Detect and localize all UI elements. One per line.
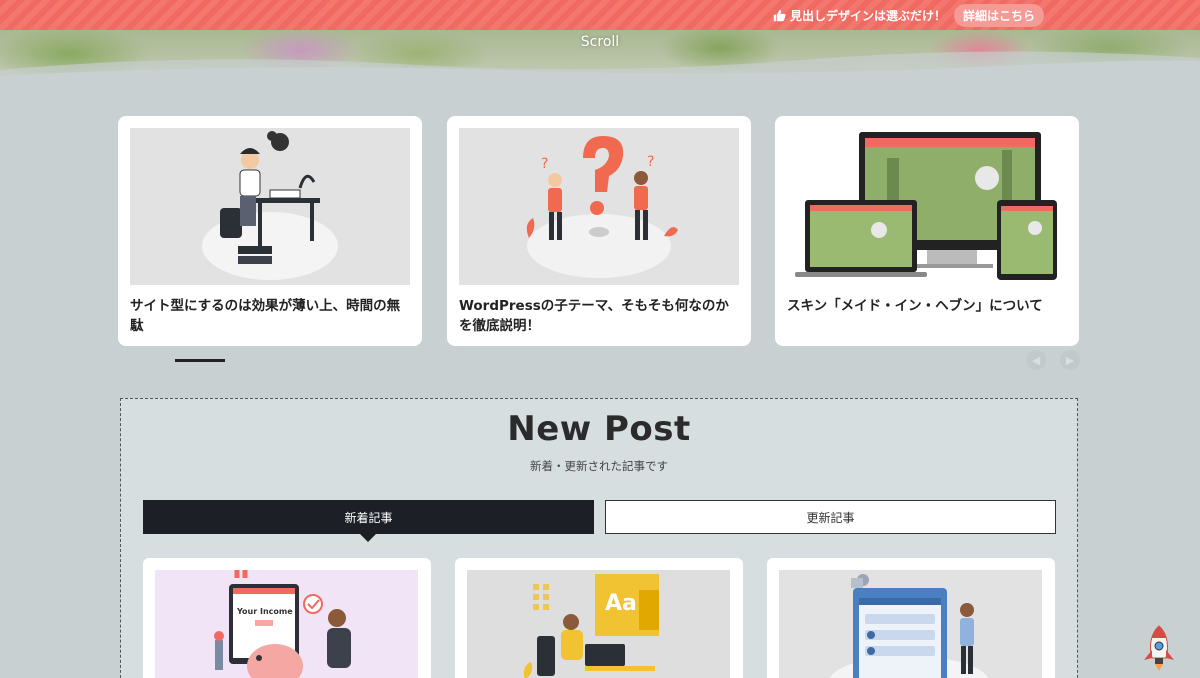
income-piggybank-illustration-icon: Your Income bbox=[214, 570, 351, 678]
carousel-next-icon[interactable]: ▶ bbox=[1060, 350, 1080, 370]
carousel-slide[interactable]: サイト型にするのは効果が薄い上、時間の無駄 bbox=[118, 116, 422, 346]
card-chart-text: Your Income bbox=[236, 607, 293, 616]
rocket-icon bbox=[1144, 625, 1174, 671]
carousel-prev-icon[interactable]: ◀ bbox=[1026, 350, 1046, 370]
thumbs-up-icon bbox=[773, 9, 786, 21]
post-card[interactable]: Your Income bbox=[143, 558, 431, 678]
hero-banner: Scroll bbox=[0, 30, 1200, 80]
responsive-devices-illustration-icon bbox=[795, 132, 1057, 280]
post-thumbnail bbox=[779, 570, 1042, 678]
new-post-section: New Post 新着・更新された記事です 新着記事 更新記事 Your Inc… bbox=[120, 398, 1078, 678]
details-button[interactable]: 詳細はこちら bbox=[953, 3, 1044, 27]
web-interface-illustration-icon bbox=[829, 574, 989, 678]
notice-text: 見出しデザインは選ぶだけ！ bbox=[789, 8, 946, 23]
slide-title[interactable]: スキン「メイド・イン・ヘブン」について bbox=[787, 296, 1067, 316]
slide-title[interactable]: WordPressの子テーマ、そもそも何なのかを徹底説明！ bbox=[459, 296, 739, 337]
top-notice-bar: 見出しデザインは選ぶだけ！ 詳細はこちら bbox=[0, 0, 1200, 30]
card-font-text: Aa bbox=[605, 591, 637, 616]
carousel-slide[interactable]: スキン「メイド・イン・ヘブン」について bbox=[775, 116, 1079, 346]
person-at-desk-illustration-icon bbox=[202, 131, 338, 280]
carousel-slide[interactable]: ? ? WordPressの子テーマ、そもそも何なのかを徹底説明！ bbox=[447, 116, 751, 346]
slide-thumbnail: ? ? bbox=[459, 128, 739, 285]
slide-title[interactable]: サイト型にするのは効果が薄い上、時間の無駄 bbox=[130, 296, 410, 337]
slide-thumbnail bbox=[130, 128, 410, 285]
tab-updated-articles[interactable]: 更新記事 bbox=[605, 500, 1056, 534]
carousel-indicator[interactable] bbox=[175, 359, 225, 362]
wave-divider bbox=[0, 51, 1200, 80]
post-thumbnail: Your Income bbox=[155, 570, 418, 678]
post-thumbnail: Aa bbox=[467, 570, 730, 678]
question-mark-illustration-icon: ? ? bbox=[526, 136, 678, 278]
svg-text:?: ? bbox=[541, 156, 548, 172]
post-card[interactable] bbox=[767, 558, 1055, 678]
back-to-top-button[interactable] bbox=[1140, 624, 1178, 672]
post-card[interactable]: Aa bbox=[455, 558, 743, 678]
notice-message: 見出しデザインは選ぶだけ！ bbox=[773, 7, 946, 24]
font-design-illustration-icon: Aa bbox=[523, 574, 659, 678]
tab-new-articles[interactable]: 新着記事 bbox=[143, 500, 594, 542]
slide-thumbnail bbox=[787, 128, 1067, 285]
section-heading: New Post bbox=[507, 409, 691, 449]
section-subheading: 新着・更新された記事です bbox=[530, 459, 668, 473]
svg-text:?: ? bbox=[647, 154, 654, 170]
scroll-label[interactable]: Scroll bbox=[0, 34, 1200, 50]
